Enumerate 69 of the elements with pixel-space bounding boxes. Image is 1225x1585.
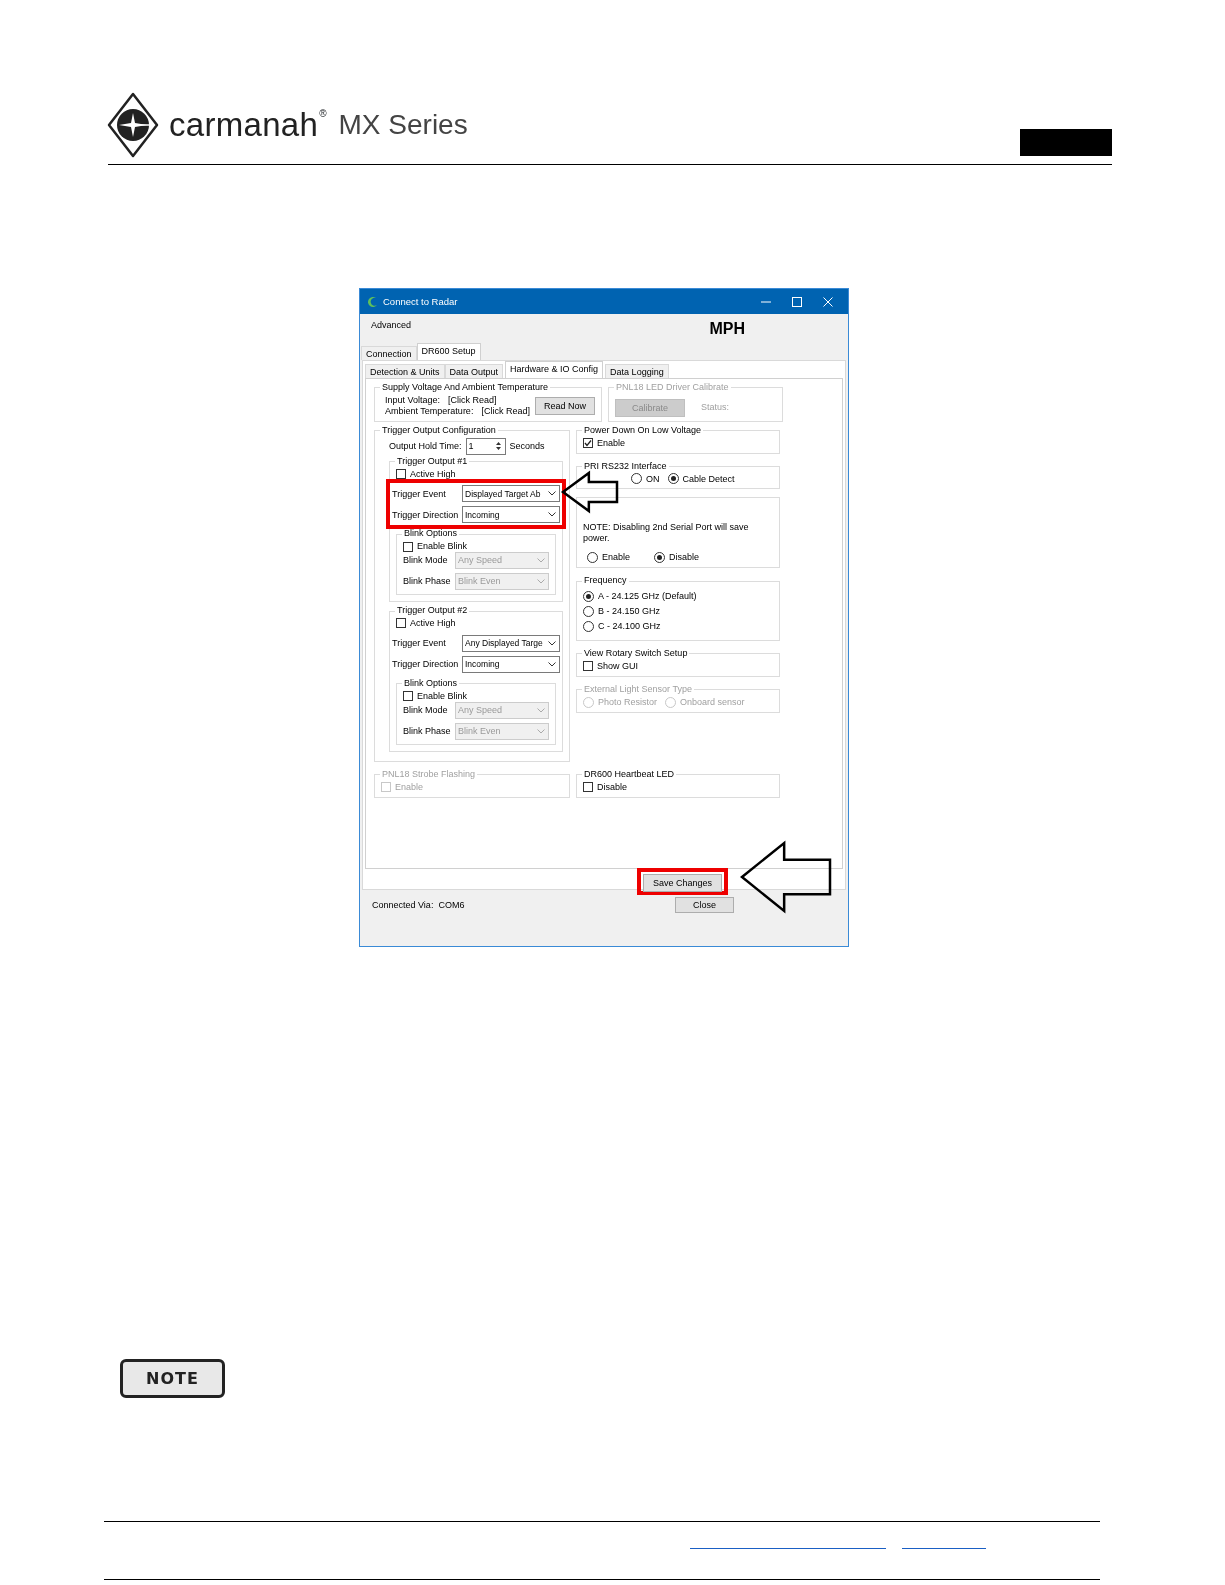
field-label: Blink Mode — [403, 555, 449, 567]
field-label: Trigger Event — [392, 488, 447, 500]
series-name: MX Series — [338, 108, 468, 142]
radio-label: Cable Detect — [682, 473, 735, 485]
group-title: Supply Voltage And Ambient Temperature — [381, 383, 549, 393]
checkbox-label: Enable — [597, 437, 626, 449]
radio-label: A - 24.125 GHz (Default) — [598, 591, 697, 602]
tab[interactable]: Data Logging — [605, 364, 669, 378]
group-title: View Rotary Switch Setup — [583, 648, 689, 659]
group-title: Blink Options — [403, 529, 459, 540]
number-field[interactable]: 1 — [465, 437, 506, 455]
field-label: Ambient Temperature: — [385, 405, 474, 417]
dropdown[interactable]: Displayed Target Ab — [462, 485, 560, 503]
group-title: Frequency — [583, 576, 628, 586]
status-text: Connected Via: COM6 — [372, 899, 465, 911]
radio-label: Disable — [669, 552, 700, 563]
close-button[interactable]: Close — [675, 897, 734, 913]
group-title: DR600 Heartbeat LED — [583, 769, 676, 780]
tab[interactable]: Data Output — [444, 364, 504, 378]
window-title: Connect to Radar — [383, 295, 458, 308]
field-value: [Click Read] — [481, 405, 530, 417]
field-value: [Click Read] — [448, 394, 497, 406]
field-label: Blink Phase — [403, 725, 452, 737]
dropdown[interactable]: Any Displayed Targe — [462, 634, 560, 652]
brand-name: carmanah — [169, 105, 319, 146]
radio-label: Photo Resistor — [598, 696, 658, 708]
dropdown[interactable]: Incoming — [462, 655, 560, 673]
note-text: NOTE: Disabling 2nd Serial Port will save power. — [583, 522, 750, 545]
note-badge: NOTE — [120, 1359, 225, 1398]
field-label: Trigger Event — [392, 637, 447, 649]
tab[interactable]: Hardware & IO Config — [505, 361, 604, 378]
group-title: Trigger Output #2 — [396, 606, 469, 617]
group-title: Trigger Output #1 — [396, 456, 469, 467]
field-label: Blink Phase — [403, 576, 452, 588]
field-label: Blink Mode — [403, 704, 449, 716]
group-title: Power Down On Low Voltage — [583, 425, 703, 436]
status-label: Status: — [701, 402, 730, 414]
save-button[interactable]: Save Changes — [642, 874, 722, 892]
checkbox-label: Enable Blink — [417, 541, 468, 553]
checkbox-label: Disable — [597, 781, 627, 793]
menu-item[interactable]: Advanced — [371, 319, 412, 331]
checkbox-label: Enable Blink — [417, 690, 468, 702]
radio-label: Enable — [602, 552, 631, 563]
radio-label: B - 24.150 GHz — [598, 606, 661, 617]
unit-label: MPH — [709, 319, 745, 339]
tab[interactable]: Connection — [361, 346, 417, 360]
group-title: Trigger Output Configuration — [381, 425, 497, 436]
group-title: PRI RS232 Interface — [583, 461, 668, 472]
checkbox-label: Active High — [410, 468, 456, 480]
dropdown[interactable]: Incoming — [462, 506, 560, 524]
field-label: Input Voltage: — [385, 394, 441, 406]
checkbox-label: Active High — [410, 618, 456, 629]
group-title: PNL18 Strobe Flashing — [381, 769, 477, 780]
field-label: Output Hold Time: — [389, 440, 462, 452]
checkbox-label: Show GUI — [597, 660, 638, 672]
unit-label: Seconds — [509, 440, 545, 452]
registered-mark: ® — [319, 106, 327, 121]
radio-label: Onboard sensor — [680, 696, 745, 708]
tab[interactable]: DR600 Setup — [416, 343, 481, 360]
field-label: Trigger Direction — [392, 658, 460, 670]
group-title: PNL18 LED Driver Calibrate — [615, 383, 730, 393]
group-title: External Light Sensor Type — [583, 684, 693, 695]
read-button[interactable]: Read Now — [534, 396, 595, 415]
field-label: Trigger Direction — [392, 509, 460, 521]
tab[interactable]: Detection & Units — [365, 364, 445, 378]
checkbox-label: Enable — [395, 781, 424, 793]
radio-label: ON — [646, 473, 660, 485]
group-title: Blink Options — [403, 678, 459, 689]
radio-label: C - 24.100 GHz — [598, 621, 661, 632]
